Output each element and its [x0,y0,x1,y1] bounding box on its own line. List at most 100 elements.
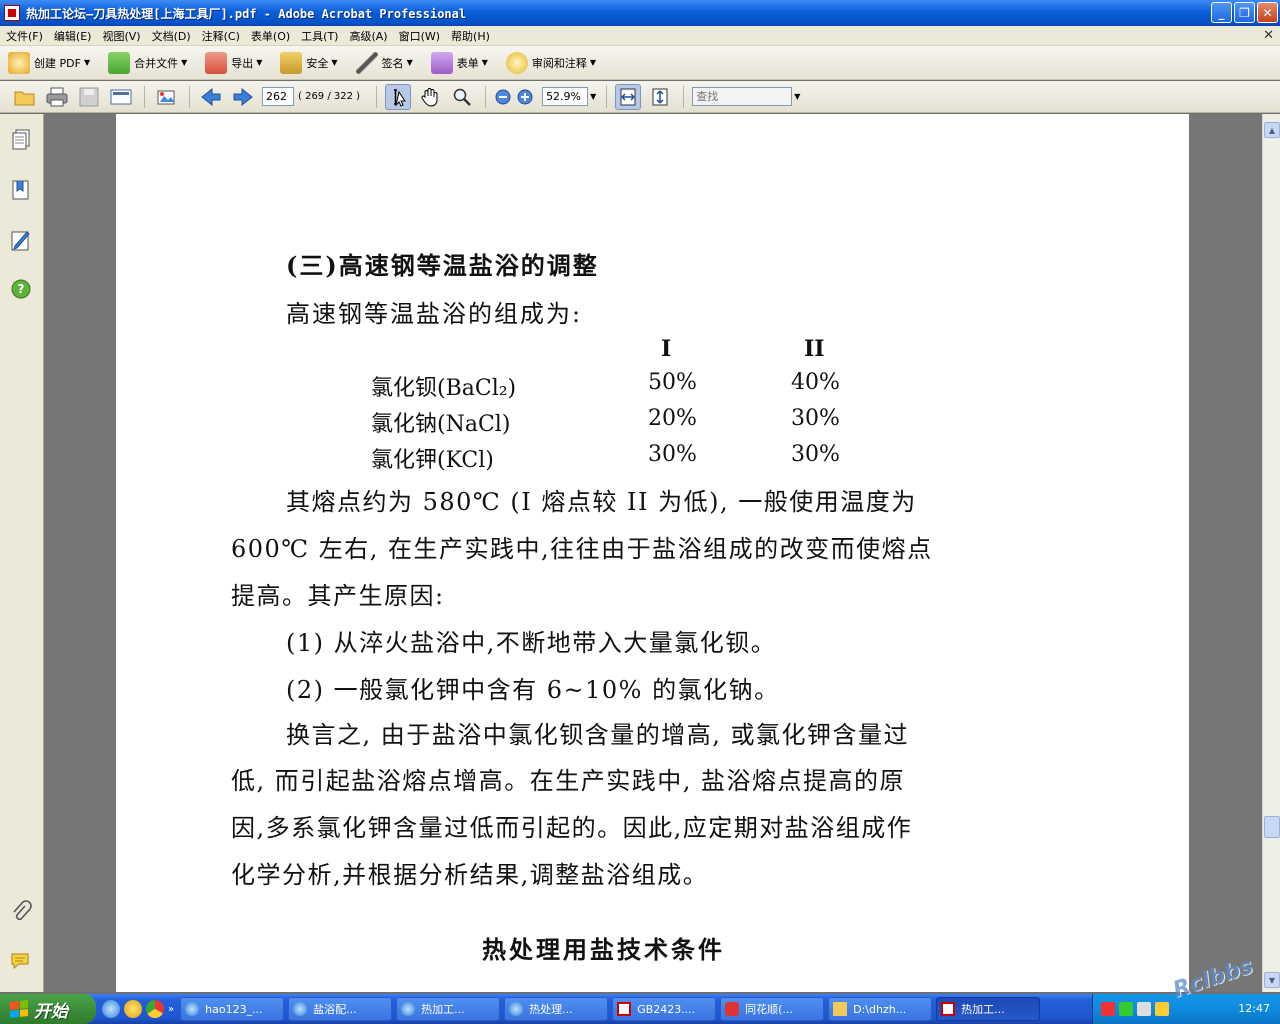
taskbar: 开始 » hao123_... 盐浴配... 热加工... 热处理... GB2… [0,994,1280,1024]
find-dropdown-icon[interactable]: ▼ [794,92,800,101]
signatures-panel-button[interactable] [10,228,34,254]
export-button[interactable]: 导出 ▼ [205,51,262,74]
zoom-dropdown-icon[interactable]: ▼ [590,92,596,101]
zoom-level-input[interactable] [542,87,589,106]
acrobat-icon [4,5,20,21]
open-button[interactable] [12,84,38,110]
pdf-icon [941,1002,956,1016]
create-pdf-button[interactable]: 创建 PDF ▼ [8,51,90,74]
menu-advanced[interactable]: 高级(A) [349,28,387,44]
zoom-out-icon [495,89,511,104]
menu-edit[interactable]: 编辑(E) [54,28,92,44]
next-page-button[interactable] [230,84,256,110]
arrow-left-icon [201,87,221,106]
menu-document[interactable]: 文档(D) [152,28,191,44]
paragraph-line: 600℃ 左右, 在生产实践中,往往由于盐浴组成的改变而使熔点 [231,535,933,563]
comment-bubble-icon [11,953,29,970]
minimize-button[interactable]: _ [1211,2,1232,23]
comments-panel-button[interactable] [10,950,34,976]
sign-button[interactable]: 签名 ▼ [355,51,413,74]
previous-page-button[interactable] [198,84,224,110]
cell-bacl2-i: 50% [648,370,697,395]
find-input[interactable] [692,87,793,106]
print-button[interactable] [44,84,70,110]
close-button[interactable]: ✕ [1257,2,1278,23]
menu-file[interactable]: 文件(F) [6,28,43,44]
taskbar-button[interactable]: 盐浴配... [288,997,393,1021]
taskbar-button[interactable]: 热处理... [504,997,609,1021]
ie-icon[interactable] [102,1000,120,1018]
security-button[interactable]: 安全 ▼ [280,51,338,74]
clock[interactable]: 12:47 [1238,1002,1270,1015]
scroll-up-icon[interactable]: ▲ [1264,122,1280,138]
email-button[interactable] [108,84,134,110]
cell-kcl-i: 30% [648,442,697,467]
page-number-input[interactable] [262,87,294,106]
document-view[interactable]: (三)高速钢等温盐浴的调整 高速钢等温盐浴的组成为: I II 氯化钡(BaCl… [44,114,1262,992]
help-panel-button[interactable]: ? [10,278,34,304]
taskbar-button-active[interactable]: 热加工... [936,997,1041,1021]
taskbar-button[interactable]: D:\dhzh... [828,997,933,1021]
paragraph-line: 提高。其产生原因: [231,582,445,610]
magnifier-icon [453,88,471,106]
row-name-nacl: 氯化钠(NaCl) [371,412,511,437]
fit-page-button[interactable] [647,84,673,110]
zoom-in-button[interactable] [516,84,534,110]
pages-panel-button[interactable] [10,128,34,154]
browser-icon[interactable] [146,1000,164,1018]
save-button[interactable] [76,84,102,110]
taskbar-button[interactable]: hao123_... [180,997,285,1021]
review-comment-button[interactable]: 审阅和注释 ▼ [505,51,596,74]
vertical-scrollbar[interactable]: ▲ ▼ [1262,114,1280,992]
taskbar-button[interactable]: 热加工... [396,997,501,1021]
menu-tools[interactable]: 工具(T) [301,28,338,44]
forms-button[interactable]: 表单 ▼ [430,51,488,74]
combine-files-icon [108,51,131,74]
scroll-thumb[interactable] [1264,816,1280,838]
menu-help[interactable]: 帮助(H) [451,28,490,44]
select-tool-button[interactable] [385,83,412,110]
restore-button[interactable]: ❐ [1234,2,1255,23]
bookmarks-panel-button[interactable] [10,178,34,204]
paragraph-line: 化学分析,并根据分析结果,调整盐浴组成。 [231,861,709,889]
taskbar-button[interactable]: 同花顺(... [720,997,825,1021]
picture-tasks-button[interactable] [153,84,179,110]
ie-icon [401,1002,416,1016]
network-icon[interactable] [1101,1002,1115,1016]
toolbar-separator [683,85,685,108]
hand-tool-button[interactable] [417,84,443,110]
security-shield-icon[interactable] [1119,1002,1133,1016]
menu-window[interactable]: 窗口(W) [399,28,440,44]
menu-view[interactable]: 视图(V) [102,28,140,44]
taskbar-button[interactable]: GB2423.... [612,997,717,1021]
combine-files-button[interactable]: 合并文件 ▼ [108,51,187,74]
title-bar[interactable]: 热加工论坛—刀具热处理[上海工具厂].pdf - Adobe Acrobat P… [0,0,1280,26]
cell-bacl2-ii: 40% [791,370,840,395]
row-name-bacl2: 氯化钡(BaCl₂) [371,376,517,401]
close-document-icon[interactable]: ✕ [1263,28,1274,43]
menu-comments[interactable]: 注释(C) [202,28,240,44]
window-title: 热加工论坛—刀具热处理[上海工具厂].pdf - Adobe Acrobat P… [26,6,467,21]
row-name-kcl: 氯化钾(KCl) [371,448,494,473]
navigation-toolbar: ( 269 / 322 ) ▼ ▼ [0,81,1280,113]
zoom-tool-button[interactable] [449,84,475,110]
menu-forms[interactable]: 表单(O) [251,28,290,44]
fit-width-button[interactable] [615,83,642,110]
paragraph-line: 因,多系氯化钾含量过低而引起的。因此,应定期对盐浴组成作 [231,814,913,842]
ie-icon [509,1002,524,1016]
toolbar-separator [376,85,378,108]
zoom-in-icon [517,89,533,104]
zoom-out-button[interactable] [494,84,512,110]
cell-kcl-ii: 30% [791,442,840,467]
volume-icon[interactable] [1137,1002,1151,1016]
start-button[interactable]: 开始 [0,994,96,1024]
attachments-panel-button[interactable] [10,900,34,926]
toolbar-separator [485,85,487,108]
column-header-ii: II [804,336,825,362]
input-method-icon[interactable] [1155,1002,1169,1016]
scroll-down-icon[interactable]: ▼ [1264,972,1280,988]
svg-text:?: ? [18,282,25,296]
quick-launch-more-icon[interactable]: » [168,1004,174,1015]
add-icon[interactable] [124,1000,142,1018]
pages-icon [12,129,30,150]
